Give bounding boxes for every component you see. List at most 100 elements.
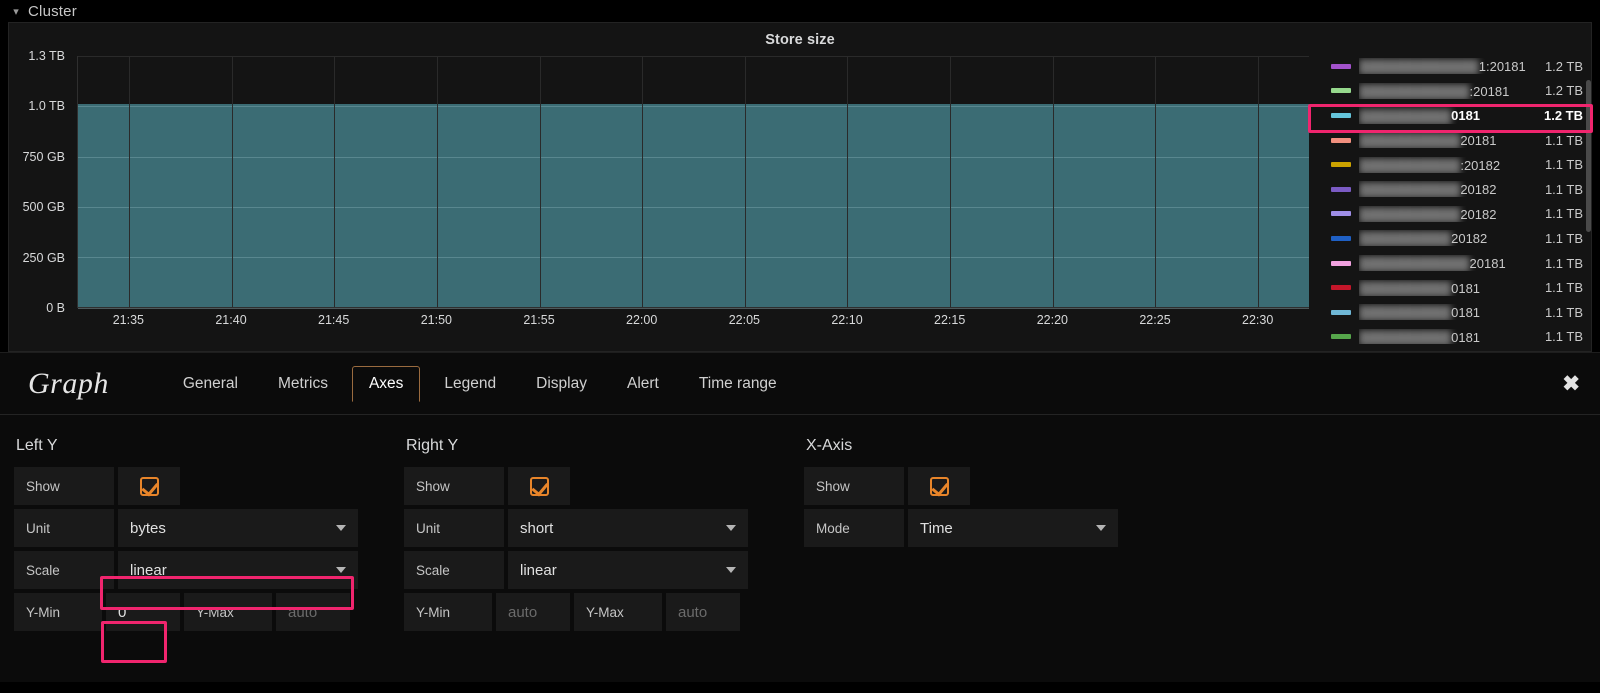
legend-series-label: ██████████0181 [1359, 107, 1534, 123]
gridline-vertical [334, 56, 335, 307]
checkbox-checked-icon [530, 477, 549, 496]
close-icon[interactable]: ✖ [1562, 373, 1580, 394]
left-y-min-input[interactable]: 0 [106, 593, 180, 631]
legend-item[interactable]: ██████████201821.1 TB [1327, 226, 1589, 251]
legend-series-value: 1.2 TB [1534, 108, 1583, 123]
series-area [78, 104, 1309, 307]
left-y-minmax-row: Y-Min 0 Y-Max auto [14, 593, 404, 631]
legend-color-swatch[interactable] [1331, 236, 1351, 241]
legend-item[interactable]: ██████████01811.1 TB [1327, 300, 1589, 325]
x-axis: 21:3521:4021:4521:5021:5522:0022:0522:10… [77, 309, 1309, 333]
legend-color-swatch[interactable] [1331, 162, 1351, 167]
legend-item[interactable]: ███████████201811.1 TB [1327, 128, 1589, 153]
dashboard-row-header[interactable]: ▾ Cluster [0, 0, 1600, 22]
legend-series-label: ███████████20182 [1359, 181, 1535, 197]
right-y-scale-row: Scale linear [404, 551, 794, 589]
legend-color-swatch[interactable] [1331, 113, 1351, 118]
legend-series-host-redacted: █████████████ [1359, 59, 1479, 74]
x-axis-mode-row: Mode Time [804, 509, 1214, 547]
right-y-min-input[interactable]: auto [496, 593, 570, 631]
legend-item[interactable]: ███████████201821.1 TB [1327, 177, 1589, 202]
tab-time-range[interactable]: Time range [683, 367, 793, 401]
graph-panel: Store size 1.3 TB1.0 TB750 GB500 GB250 G… [8, 22, 1592, 352]
gridline-vertical [437, 56, 438, 307]
x-axis-tick: 21:40 [215, 313, 246, 327]
tab-legend[interactable]: Legend [428, 367, 512, 401]
legend-color-swatch[interactable] [1331, 285, 1351, 290]
left-y-show-label: Show [14, 467, 114, 505]
right-y-title: Right Y [404, 437, 794, 455]
legend-series-label: ██████████0181 [1359, 304, 1535, 320]
plot-area[interactable] [77, 56, 1309, 308]
legend-item[interactable]: ███████████20182 1.1 TB [1327, 202, 1589, 227]
left-y-unit-value: bytes [130, 520, 166, 537]
x-axis-tick: 22:10 [831, 313, 862, 327]
tab-general[interactable]: General [167, 367, 254, 401]
x-axis-tick: 22:25 [1139, 313, 1170, 327]
left-y-scale-row: Scale linear [14, 551, 404, 589]
gridline-vertical [642, 56, 643, 307]
legend-color-swatch[interactable] [1331, 88, 1351, 93]
row-title: Cluster [28, 3, 77, 20]
legend-series-host-redacted: ██████████ [1359, 109, 1451, 124]
legend-series-host-redacted: ████████████ [1359, 84, 1470, 99]
tab-axes[interactable]: Axes [352, 366, 420, 402]
legend-color-swatch[interactable] [1331, 64, 1351, 69]
left-y-unit-select[interactable]: bytes [118, 509, 358, 547]
legend-item[interactable]: ██████████01811.1 TB [1327, 275, 1589, 300]
legend-item[interactable]: ████████████:201811.2 TB [1327, 79, 1589, 104]
legend-series-label: ████████████20181 [1359, 255, 1535, 271]
right-y-min-label: Y-Min [404, 593, 492, 631]
graph-legend[interactable]: █████████████1:201811.2 TB████████████:2… [1323, 48, 1591, 344]
right-y-column: Right Y Show Unit short Scale linear [404, 437, 794, 635]
gridline-vertical [1258, 56, 1259, 307]
x-axis-mode-select[interactable]: Time [908, 509, 1118, 547]
legend-color-swatch[interactable] [1331, 138, 1351, 143]
x-axis-mode-label: Mode [804, 509, 904, 547]
legend-series-port: 0181 [1451, 330, 1480, 344]
y-axis: 1.3 TB1.0 TB750 GB500 GB250 GB0 B [9, 56, 71, 308]
right-y-scale-select[interactable]: linear [508, 551, 748, 589]
legend-series-label: ████████████:20181 [1359, 83, 1535, 99]
right-y-unit-select[interactable]: short [508, 509, 748, 547]
legend-series-label: ██████████0181 [1359, 329, 1535, 344]
left-y-show-row: Show [14, 467, 404, 505]
legend-color-swatch[interactable] [1331, 187, 1351, 192]
tab-alert[interactable]: Alert [611, 367, 675, 401]
chevron-down-icon[interactable]: ▾ [8, 3, 24, 19]
legend-scrollbar[interactable] [1586, 80, 1591, 232]
legend-series-host-redacted: ██████████ [1359, 281, 1451, 296]
tab-display[interactable]: Display [520, 367, 603, 401]
legend-color-swatch[interactable] [1331, 334, 1351, 339]
checkbox-checked-icon [140, 477, 159, 496]
left-y-show-checkbox[interactable] [118, 467, 180, 505]
checkbox-checked-icon [930, 477, 949, 496]
x-axis-show-checkbox[interactable] [908, 467, 970, 505]
legend-item[interactable]: ██████████01811.1 TB [1327, 325, 1589, 344]
legend-series-value: 1.1 TB [1535, 231, 1583, 246]
right-y-show-checkbox[interactable] [508, 467, 570, 505]
right-y-max-input[interactable]: auto [666, 593, 740, 631]
left-y-scale-value: linear [130, 562, 167, 579]
x-axis-title: X-Axis [804, 437, 1214, 455]
legend-item[interactable]: █████████████1:201811.2 TB [1327, 54, 1589, 79]
legend-color-swatch[interactable] [1331, 310, 1351, 315]
graph-area[interactable]: 1.3 TB1.0 TB750 GB500 GB250 GB0 B 21:352… [9, 48, 1323, 344]
gridline-vertical [1155, 56, 1156, 307]
legend-item[interactable]: ███████████:201821.1 TB [1327, 152, 1589, 177]
left-y-max-input[interactable]: auto [276, 593, 350, 631]
legend-series-value: 1.1 TB [1535, 206, 1583, 221]
left-y-scale-select[interactable]: linear [118, 551, 358, 589]
legend-color-swatch[interactable] [1331, 211, 1351, 216]
legend-item[interactable]: ████████████201811.1 TB [1327, 251, 1589, 276]
legend-series-host-redacted: ███████████ [1359, 182, 1460, 197]
panel-title[interactable]: Store size [9, 23, 1591, 48]
legend-item[interactable]: ██████████01811.2 TB [1327, 103, 1589, 128]
legend-color-swatch[interactable] [1331, 261, 1351, 266]
chevron-down-icon [336, 525, 346, 531]
y-axis-tick: 750 GB [23, 150, 65, 164]
legend-series-port: 20182 [1460, 207, 1496, 222]
legend-series-host-redacted: ███████████ [1359, 207, 1460, 222]
gridline-vertical [540, 56, 541, 307]
tab-metrics[interactable]: Metrics [262, 367, 344, 401]
